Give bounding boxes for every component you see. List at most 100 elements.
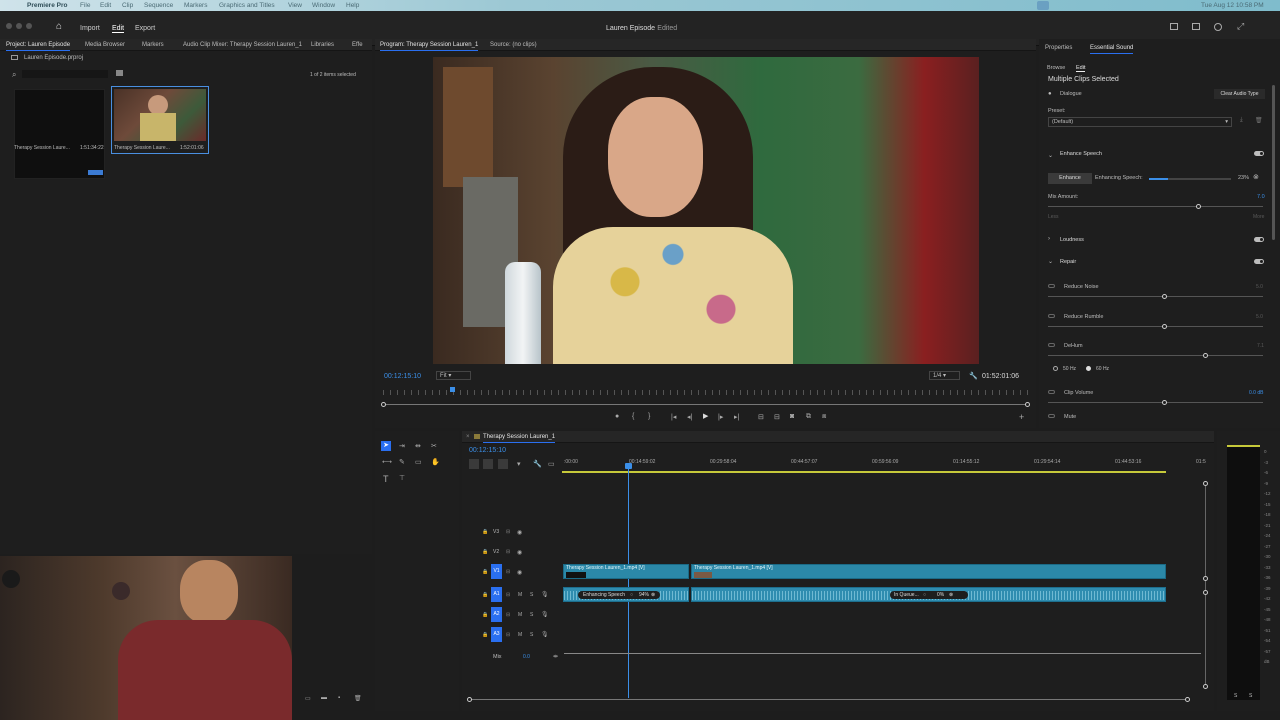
clear-audio-type-button[interactable]: Clear Audio Type (1214, 89, 1265, 99)
ripple-edit-tool-icon[interactable]: ⇹ (415, 442, 421, 450)
minimize-window-icon[interactable] (16, 23, 22, 29)
program-ruler[interactable] (383, 390, 1029, 395)
snap-icon[interactable] (483, 459, 493, 469)
linked-selection-icon[interactable] (498, 459, 508, 469)
enhance-button[interactable]: Enhance (1048, 173, 1092, 184)
cancel-icon[interactable]: ⊗ (949, 591, 953, 599)
razor-tool-icon[interactable]: ✂ (431, 442, 437, 450)
project-item-thumbnail[interactable] (14, 89, 105, 179)
mute-checkbox[interactable] (1048, 414, 1055, 418)
mix-amount-slider[interactable] (1048, 206, 1263, 207)
project-item-selected[interactable]: Therapy Session Laure... 1:52:01:06 (111, 86, 209, 154)
program-playhead[interactable] (450, 387, 455, 392)
comparison-view-icon[interactable]: ⧉ (806, 413, 811, 421)
reduce-noise-checkbox[interactable] (1048, 284, 1055, 288)
solo-right[interactable]: S (1249, 693, 1252, 699)
selection-tool-icon[interactable]: ➤ (381, 441, 391, 451)
cancel-icon[interactable]: ⊗ (651, 591, 655, 599)
tab-effects[interactable]: Effe (352, 39, 363, 51)
workspaces-icon[interactable] (1170, 23, 1178, 30)
sync-lock-icon[interactable]: ⊟ (506, 612, 510, 618)
subtab-edit[interactable]: Edit (1076, 65, 1086, 72)
tab-source[interactable]: Source: (no clips) (490, 39, 537, 51)
proxy-toggle-icon[interactable]: ⧈ (822, 413, 826, 421)
video-clip-2[interactable]: Therapy Session Lauren_1.mp4 [V] (691, 564, 1166, 579)
tab-program[interactable]: Program: Therapy Session Lauren_1 (380, 39, 479, 51)
preset-select[interactable]: (Default) ▾ (1048, 117, 1232, 127)
tab-properties[interactable]: Properties (1045, 42, 1072, 54)
delete-preset-icon[interactable]: 🗑 (1255, 117, 1263, 124)
menu-window[interactable]: Window (312, 0, 335, 11)
home-icon[interactable]: ⌂ (56, 21, 62, 32)
mix-value[interactable]: 0.0 (523, 654, 530, 660)
track-select-tool-icon[interactable]: ⇥ (399, 442, 405, 450)
mic-icon[interactable]: 🎙 (541, 631, 549, 638)
save-preset-icon[interactable]: ⤓ (1240, 117, 1243, 124)
dehum-value[interactable]: 7.1 (1257, 343, 1264, 349)
dehum-knob[interactable] (1203, 353, 1208, 358)
vertical-scrollbar[interactable] (1205, 483, 1206, 688)
tab-markers[interactable]: Markers (142, 39, 164, 51)
clip-volume-value[interactable]: 0.0 dB (1249, 390, 1263, 396)
zoom-select[interactable]: Fit ▾ (436, 371, 471, 380)
quick-export-icon[interactable] (1192, 23, 1200, 30)
menu-edit[interactable]: Edit (100, 0, 111, 11)
tab-project[interactable]: Project: Lauren Episode (6, 39, 71, 51)
close-icon[interactable]: × (466, 431, 470, 443)
progress-icon[interactable] (1214, 23, 1222, 31)
rectangle-tool-icon[interactable]: ▭ (415, 458, 422, 466)
lift-icon[interactable]: ⊟ (758, 413, 764, 421)
edit-tab[interactable]: Edit (112, 25, 125, 33)
playhead[interactable] (628, 463, 629, 698)
track-label-a1[interactable]: A1 (491, 587, 502, 602)
scroll-handle[interactable] (1203, 576, 1208, 581)
zoom-handle-right[interactable] (1185, 697, 1190, 702)
solo-s-icon[interactable]: S (530, 612, 533, 618)
reduce-noise-value[interactable]: 5.0 (1256, 284, 1263, 290)
audio-clip-2[interactable]: In Queue... ○ 0% ⊗ (691, 587, 1166, 602)
sync-lock-icon[interactable]: ⊟ (506, 569, 510, 575)
eye-icon[interactable]: ◉ (517, 529, 522, 536)
mic-icon[interactable]: 🎙 (541, 591, 549, 598)
export-frame-icon[interactable]: ◙ (790, 413, 794, 420)
scroll-handle[interactable] (1203, 481, 1208, 486)
menu-view[interactable]: View (288, 0, 302, 11)
menu-graphics[interactable]: Graphics and Titles (219, 0, 275, 11)
lock-icon[interactable]: 🔒 (482, 549, 488, 555)
video-clip-1[interactable]: Therapy Session Lauren_1.mp4 [V] (563, 564, 689, 579)
type-tool-icon[interactable]: T (383, 474, 389, 484)
scroll-handle[interactable] (1203, 590, 1208, 595)
track-label-a3[interactable]: A3 (491, 627, 502, 642)
mic-icon[interactable]: 🎙 (541, 611, 549, 618)
new-bin-icon[interactable] (116, 70, 123, 76)
fullscreen-icon[interactable]: ⤢ (1237, 21, 1244, 32)
new-item-icon[interactable]: ▪ (338, 695, 340, 701)
lock-icon[interactable]: 🔒 (482, 592, 488, 598)
import-tab[interactable]: Import (80, 25, 100, 32)
lock-icon[interactable]: 🔒 (482, 569, 488, 575)
lock-icon[interactable]: 🔒 (482, 529, 488, 535)
menu-clip[interactable]: Clip (122, 0, 133, 11)
cancel-enhance-icon[interactable]: ⊗ (1253, 173, 1259, 181)
program-timecode[interactable]: 00:12:15:10 (384, 373, 421, 380)
go-to-in-icon[interactable]: |◂ (671, 413, 676, 421)
solo-s-icon[interactable]: S (530, 632, 533, 638)
eye-icon[interactable]: ◉ (517, 549, 522, 556)
dehum-slider[interactable] (1048, 355, 1263, 356)
enhance-speech-section[interactable]: Enhance Speech (1060, 151, 1102, 157)
mix-amount-knob[interactable] (1196, 204, 1201, 209)
chevron-down-icon[interactable]: ⌄ (1048, 152, 1053, 159)
tab-media-browser[interactable]: Media Browser (85, 39, 125, 51)
folder-icon[interactable]: ▬ (321, 695, 327, 701)
loudness-section[interactable]: Loudness (1060, 237, 1084, 243)
trash-icon[interactable]: 🗑 (354, 695, 362, 702)
zoom-handle-right[interactable] (1025, 402, 1030, 407)
lock-icon[interactable]: 🔒 (482, 632, 488, 638)
menu-sequence[interactable]: Sequence (144, 0, 173, 11)
reduce-noise-slider[interactable] (1048, 296, 1263, 297)
reduce-rumble-checkbox[interactable] (1048, 314, 1055, 318)
clip-volume-checkbox[interactable] (1048, 390, 1055, 394)
sync-lock-icon[interactable]: ⊟ (506, 632, 510, 638)
extract-icon[interactable]: ⊟ (774, 413, 780, 421)
export-tab[interactable]: Export (135, 25, 155, 32)
